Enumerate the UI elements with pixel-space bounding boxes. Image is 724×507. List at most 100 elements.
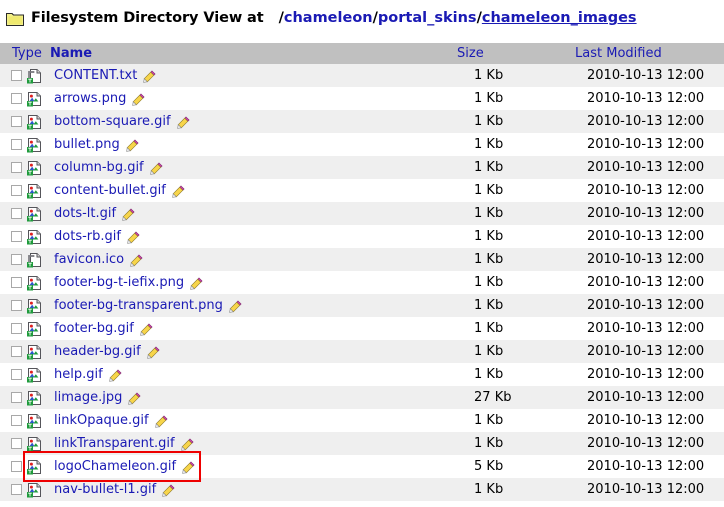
edit-file-button[interactable] (121, 229, 140, 244)
pencil-icon[interactable] (125, 139, 139, 152)
edit-file-button[interactable] (156, 482, 175, 497)
pencil-icon[interactable] (146, 346, 160, 359)
breadcrumb[interactable]: /chameleon/portal_skins/chameleon_images (279, 10, 637, 26)
file-name-cell[interactable]: favicon.ico (50, 248, 452, 271)
row-checkbox[interactable] (11, 254, 22, 265)
row-checkbox-cell[interactable] (0, 225, 26, 248)
row-checkbox-cell[interactable] (0, 87, 26, 110)
file-name-cell[interactable]: column-bg.gif (50, 156, 452, 179)
table-row[interactable]: header-bg.gif 1 Kb 2010-10-13 12:00 (0, 340, 724, 363)
edit-file-button[interactable] (175, 436, 194, 451)
file-name-link[interactable]: dots-lt.gif (54, 206, 116, 221)
column-header-name[interactable]: Name (50, 43, 453, 64)
edit-file-button[interactable] (137, 68, 156, 83)
table-row[interactable]: column-bg.gif 1 Kb 2010-10-13 12:00 (0, 156, 724, 179)
row-checkbox[interactable] (11, 208, 22, 219)
edit-file-button[interactable] (144, 160, 163, 175)
pencil-icon[interactable] (172, 185, 185, 198)
row-checkbox[interactable] (11, 231, 22, 242)
pencil-icon[interactable] (162, 484, 175, 497)
file-name-link[interactable]: footer-bg-transparent.png (54, 298, 223, 313)
file-name-cell[interactable]: footer-bg-transparent.png (50, 294, 452, 317)
row-checkbox[interactable] (11, 93, 22, 104)
pencil-icon[interactable] (154, 415, 168, 428)
breadcrumb-segment-1[interactable]: chameleon (284, 10, 373, 26)
row-checkbox[interactable] (11, 185, 22, 196)
table-row[interactable]: footer-bg-t-iefix.png 1 Kb 2010-10-13 12:0… (0, 271, 724, 294)
file-name-link[interactable]: limage.jpg (54, 390, 122, 405)
table-row[interactable]: logoChameleon.gif 5 Kb 2010-10-13 12:00 (0, 455, 724, 478)
row-checkbox[interactable] (11, 323, 22, 334)
file-name-cell[interactable]: footer-bg-t-iefix.png (50, 271, 452, 294)
pencil-icon[interactable] (229, 300, 242, 313)
pencil-icon[interactable] (127, 231, 140, 244)
edit-file-button[interactable] (122, 390, 141, 405)
file-name-link[interactable]: linkOpaque.gif (54, 413, 149, 428)
row-checkbox[interactable] (11, 70, 22, 81)
row-checkbox-cell[interactable] (0, 455, 26, 478)
pencil-icon[interactable] (140, 323, 153, 336)
file-name-link[interactable]: nav-bullet-l1.gif (54, 482, 156, 497)
edit-file-button[interactable] (223, 298, 242, 313)
edit-file-button[interactable] (116, 206, 135, 221)
file-name-cell[interactable]: footer-bg.gif (50, 317, 452, 340)
row-checkbox[interactable] (11, 369, 22, 380)
row-checkbox[interactable] (11, 300, 22, 311)
row-checkbox-cell[interactable] (0, 271, 26, 294)
pencil-icon[interactable] (143, 70, 156, 83)
row-checkbox[interactable] (11, 139, 22, 150)
table-row[interactable]: limage.jpg 27 Kb 2010-10-13 12:00 (0, 386, 724, 409)
file-name-link[interactable]: content-bullet.gif (54, 183, 166, 198)
table-row[interactable]: bullet.png 1 Kb 2010-10-13 12:00 (0, 133, 724, 156)
row-checkbox[interactable] (11, 277, 22, 288)
row-checkbox-cell[interactable] (0, 156, 26, 179)
edit-file-button[interactable] (184, 275, 203, 290)
pencil-icon[interactable] (176, 116, 190, 129)
table-row[interactable]: CONTENT.txt 1 Kb 2010-10-13 12:00 (0, 64, 724, 87)
file-name-cell[interactable]: content-bullet.gif (50, 179, 452, 202)
edit-file-button[interactable] (103, 367, 122, 382)
table-row[interactable]: linkTransparent.gif 1 Kb 2010-10-13 12:00 (0, 432, 724, 455)
row-checkbox[interactable] (11, 461, 22, 472)
table-row[interactable]: linkOpaque.gif 1 Kb 2010-10-13 12:00 (0, 409, 724, 432)
file-name-cell[interactable]: logoChameleon.gif (50, 455, 452, 478)
table-row[interactable]: help.gif 1 Kb 2010-10-13 12:00 (0, 363, 724, 386)
table-row[interactable]: footer-bg.gif 1 Kb 2010-10-13 12:00 (0, 317, 724, 340)
row-checkbox-cell[interactable] (0, 133, 26, 156)
table-row[interactable]: bottom-square.gif 1 Kb 2010-10-13 12:00 (0, 110, 724, 133)
column-header-size[interactable]: Size (452, 43, 571, 64)
table-row[interactable]: dots-rb.gif 1 Kb 2010-10-13 12:00 (0, 225, 724, 248)
row-checkbox-cell[interactable] (0, 432, 26, 455)
pencil-icon[interactable] (182, 461, 195, 474)
file-name-link[interactable]: bottom-square.gif (54, 114, 171, 129)
breadcrumb-segment-5[interactable]: chameleon_images (482, 10, 637, 26)
file-name-cell[interactable]: nav-bullet-l1.gif (50, 478, 452, 501)
file-name-link[interactable]: help.gif (54, 367, 103, 382)
pencil-icon[interactable] (190, 277, 203, 290)
edit-file-button[interactable] (124, 252, 143, 267)
file-name-link[interactable]: CONTENT.txt (54, 68, 137, 83)
edit-file-button[interactable] (120, 137, 139, 152)
column-header-type[interactable]: Type (0, 43, 51, 64)
row-checkbox-cell[interactable] (0, 64, 26, 87)
row-checkbox-cell[interactable] (0, 317, 26, 340)
table-row[interactable]: content-bullet.gif 1 Kb 2010-10-13 12:00 (0, 179, 724, 202)
file-name-link[interactable]: logoChameleon.gif (54, 459, 176, 474)
edit-file-button[interactable] (171, 114, 190, 129)
file-name-link[interactable]: dots-rb.gif (54, 229, 121, 244)
file-name-cell[interactable]: linkTransparent.gif (50, 432, 452, 455)
row-checkbox-cell[interactable] (0, 363, 26, 386)
row-checkbox-cell[interactable] (0, 340, 26, 363)
row-checkbox-cell[interactable] (0, 294, 26, 317)
row-checkbox-cell[interactable] (0, 386, 26, 409)
row-checkbox-cell[interactable] (0, 478, 26, 501)
column-header-modified[interactable]: Last Modified (570, 43, 724, 64)
row-checkbox-cell[interactable] (0, 110, 26, 133)
file-name-link[interactable]: bullet.png (54, 137, 120, 152)
file-name-cell[interactable]: CONTENT.txt (50, 64, 452, 87)
edit-file-button[interactable] (149, 413, 168, 428)
row-checkbox-cell[interactable] (0, 409, 26, 432)
breadcrumb-segment-3[interactable]: portal_skins (378, 10, 477, 26)
file-name-cell[interactable]: dots-lt.gif (50, 202, 452, 225)
row-checkbox[interactable] (11, 438, 22, 449)
